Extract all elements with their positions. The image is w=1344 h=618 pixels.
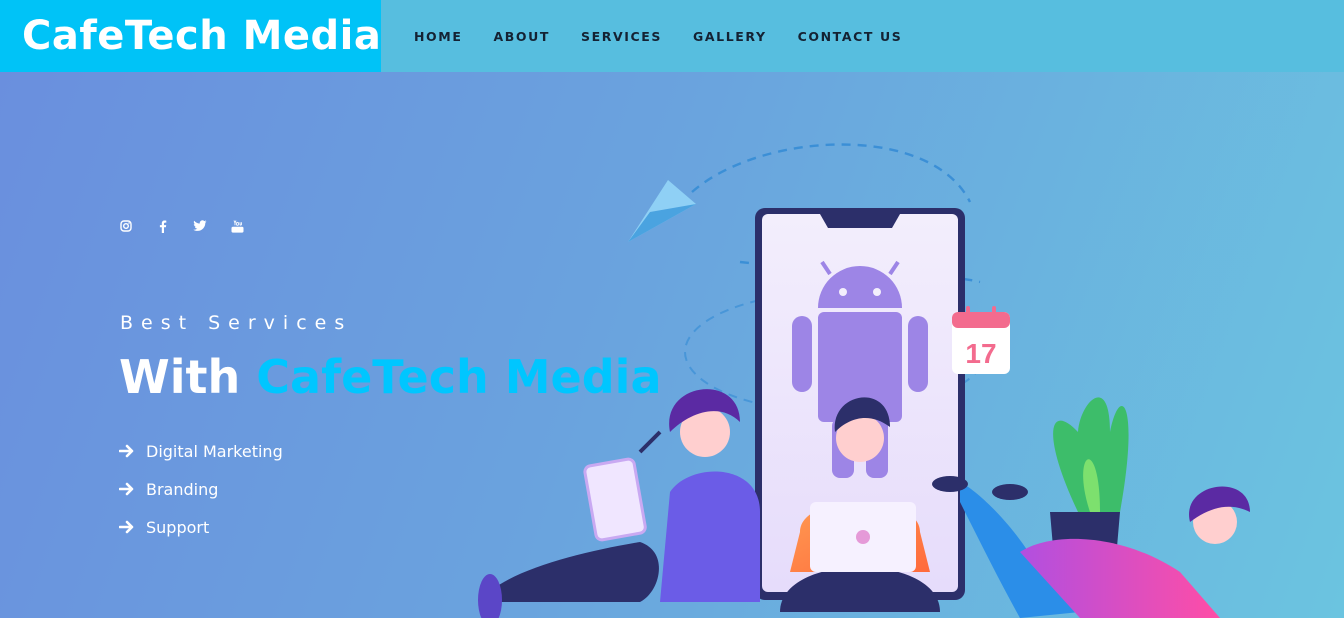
site-header: CafeTech Media HOME ABOUT SERVICES GALLE… xyxy=(0,0,1344,72)
feature-label: Digital Marketing xyxy=(146,441,283,461)
facebook-icon[interactable] xyxy=(156,219,170,233)
tablet-device xyxy=(583,457,647,542)
headline-prefix: With xyxy=(119,350,241,404)
brand-name[interactable]: CafeTech Media xyxy=(22,13,381,59)
feature-label: Support xyxy=(146,517,210,537)
arrow-right-icon xyxy=(119,482,134,496)
feature-item: Support xyxy=(119,508,283,546)
arrow-right-icon xyxy=(119,444,134,458)
nav-about[interactable]: ABOUT xyxy=(493,29,550,44)
social-links xyxy=(119,219,267,233)
feature-label: Branding xyxy=(146,479,219,499)
hero-section: Best Services With CafeTech Media Digita… xyxy=(0,72,1344,618)
nav-home[interactable]: HOME xyxy=(414,29,462,44)
hero-eyebrow: Best Services xyxy=(120,312,353,334)
person-with-tablet xyxy=(478,389,760,618)
main-nav: HOME ABOUT SERVICES GALLERY CONTACT US xyxy=(414,0,933,72)
instagram-icon[interactable] xyxy=(119,219,133,233)
hero-illustration: 17 xyxy=(478,143,1250,618)
nav-services[interactable]: SERVICES xyxy=(581,29,662,44)
brand-logo[interactable]: CafeTech Media xyxy=(0,0,381,72)
youtube-icon[interactable] xyxy=(230,219,244,233)
calendar-icon: 17 xyxy=(952,306,1010,374)
nav-contact-us[interactable]: CONTACT US xyxy=(798,29,903,44)
arrow-right-icon xyxy=(119,520,134,534)
calendar-day: 17 xyxy=(965,338,996,369)
feature-item: Branding xyxy=(119,470,283,508)
nav-gallery[interactable]: GALLERY xyxy=(693,29,767,44)
twitter-icon[interactable] xyxy=(193,219,207,233)
feature-list: Digital Marketing Branding Support xyxy=(119,432,283,546)
feature-item: Digital Marketing xyxy=(119,432,283,470)
